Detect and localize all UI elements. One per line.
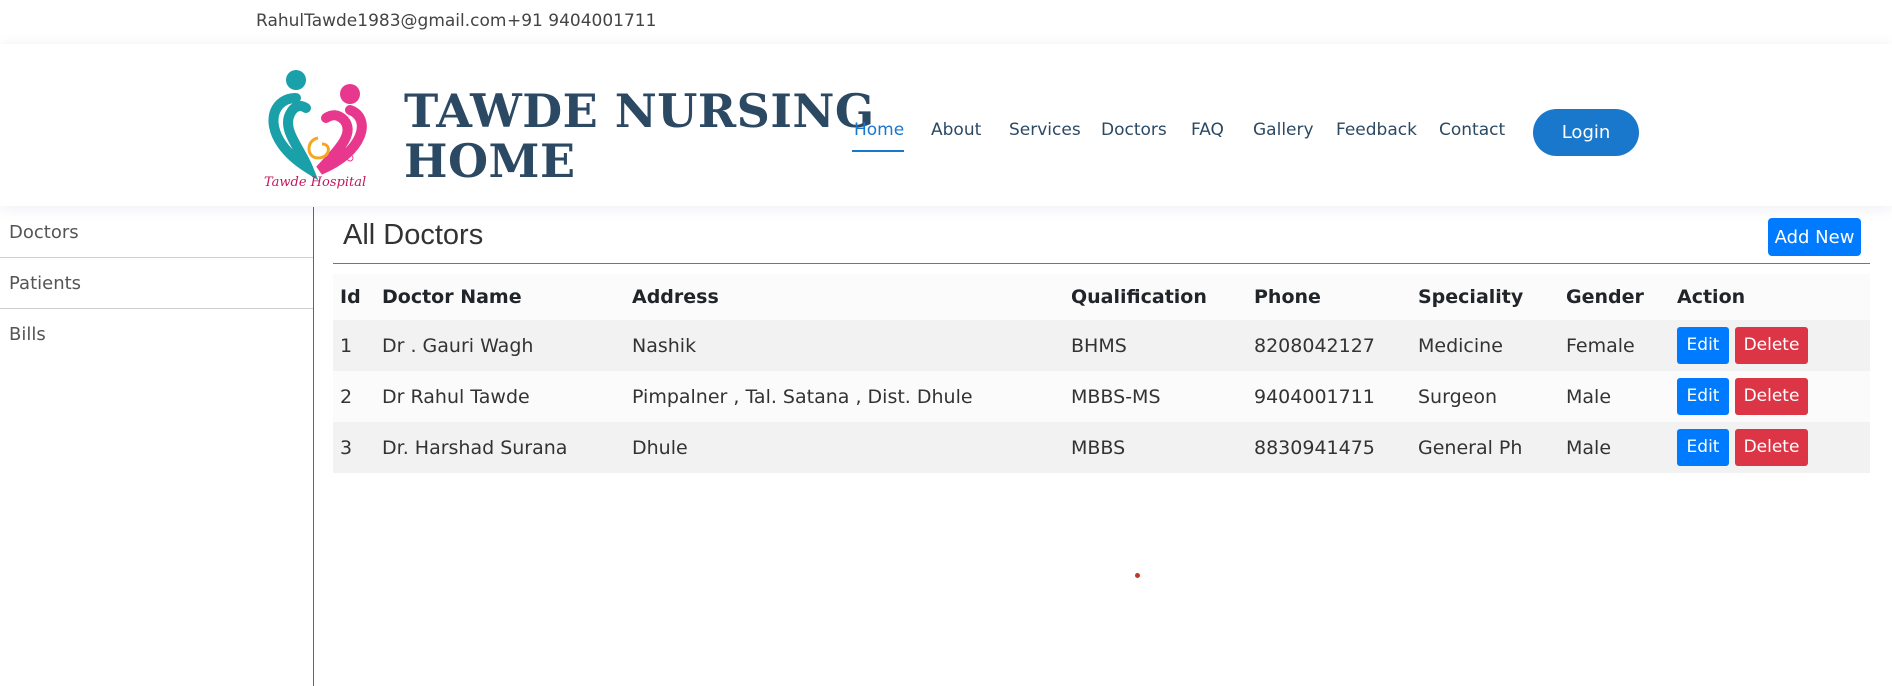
cell-speciality: Surgeon (1411, 371, 1559, 422)
nav-faq[interactable]: FAQ (1191, 120, 1224, 140)
edit-button[interactable]: Edit (1677, 378, 1729, 415)
admin-sidebar: Doctors Patients Bills (0, 207, 314, 686)
cell-id: 3 (333, 422, 375, 473)
table-row: 3 Dr. Harshad Surana Dhule MBBS 88309414… (333, 422, 1870, 473)
nav-feedback[interactable]: Feedback (1336, 120, 1417, 140)
edit-button[interactable]: Edit (1677, 429, 1729, 466)
cell-address: Nashik (625, 320, 1064, 371)
col-id: Id (333, 274, 375, 320)
cell-name: Dr. Harshad Surana (375, 422, 625, 473)
cell-id: 2 (333, 371, 375, 422)
title-divider (333, 263, 1870, 264)
login-button[interactable]: Login (1533, 109, 1639, 156)
brand-line-2: HOME (404, 134, 576, 188)
col-gender: Gender (1559, 274, 1670, 320)
col-doctor-name: Doctor Name (375, 274, 625, 320)
cell-action: Edit Delete (1670, 422, 1870, 473)
delete-button[interactable]: Delete (1735, 429, 1808, 466)
site-header: Tawde Hospital TAWDE NURSING HOME Home A… (0, 44, 1892, 206)
sidebar-item-patients[interactable]: Patients (0, 258, 313, 309)
nav-contact[interactable]: Contact (1439, 120, 1505, 140)
cell-phone: 9404001711 (1247, 371, 1411, 422)
cell-speciality: General Ph (1411, 422, 1559, 473)
contact-phone[interactable]: +91 9404001711 (507, 11, 656, 31)
cell-action: Edit Delete (1670, 371, 1870, 422)
col-speciality: Speciality (1411, 274, 1559, 320)
col-qualification: Qualification (1064, 274, 1247, 320)
logo-image[interactable]: Tawde Hospital (260, 68, 378, 190)
contact-email[interactable]: RahulTawde1983@gmail.com (256, 11, 506, 31)
table-row: 2 Dr Rahul Tawde Pimpalner , Tal. Satana… (333, 371, 1870, 422)
cell-phone: 8830941475 (1247, 422, 1411, 473)
brand-name[interactable]: TAWDE NURSING HOME (404, 86, 875, 186)
brand-line-1: TAWDE NURSING (404, 84, 875, 138)
cell-gender: Male (1559, 371, 1670, 422)
delete-button[interactable]: Delete (1735, 327, 1808, 364)
cell-phone: 8208042127 (1247, 320, 1411, 371)
loading-dot (1135, 573, 1140, 578)
cell-qualification: MBBS (1064, 422, 1247, 473)
cell-address: Dhule (625, 422, 1064, 473)
cell-id: 1 (333, 320, 375, 371)
page-title: All Doctors (343, 219, 484, 251)
cell-qualification: BHMS (1064, 320, 1247, 371)
nav-gallery[interactable]: Gallery (1253, 120, 1314, 140)
sidebar-item-bills[interactable]: Bills (0, 309, 313, 360)
contact-bar: RahulTawde1983@gmail.com +91 9404001711 (0, 0, 1892, 44)
cell-name: Dr Rahul Tawde (375, 371, 625, 422)
nav-about[interactable]: About (931, 120, 981, 140)
nav-active-indicator (852, 150, 904, 152)
cell-gender: Male (1559, 422, 1670, 473)
nav-doctors[interactable]: Doctors (1101, 120, 1167, 140)
sidebar-item-doctors[interactable]: Doctors (0, 207, 313, 258)
nav-services[interactable]: Services (1009, 120, 1081, 140)
cell-action: Edit Delete (1670, 320, 1870, 371)
add-new-button[interactable]: Add New (1768, 218, 1861, 256)
nav-home[interactable]: Home (854, 120, 904, 140)
table-row: 1 Dr . Gauri Wagh Nashik BHMS 8208042127… (333, 320, 1870, 371)
col-phone: Phone (1247, 274, 1411, 320)
cell-address: Pimpalner , Tal. Satana , Dist. Dhule (625, 371, 1064, 422)
cell-gender: Female (1559, 320, 1670, 371)
table-header-row: Id Doctor Name Address Qualification Pho… (333, 274, 1870, 320)
logo-caption: Tawde Hospital (264, 175, 366, 190)
col-action: Action (1670, 274, 1870, 320)
cell-qualification: MBBS-MS (1064, 371, 1247, 422)
cell-name: Dr . Gauri Wagh (375, 320, 625, 371)
edit-button[interactable]: Edit (1677, 327, 1729, 364)
doctors-table: Id Doctor Name Address Qualification Pho… (333, 274, 1870, 473)
cell-speciality: Medicine (1411, 320, 1559, 371)
col-address: Address (625, 274, 1064, 320)
delete-button[interactable]: Delete (1735, 378, 1808, 415)
tawde-hospital-logo-icon: Tawde Hospital (264, 70, 367, 190)
